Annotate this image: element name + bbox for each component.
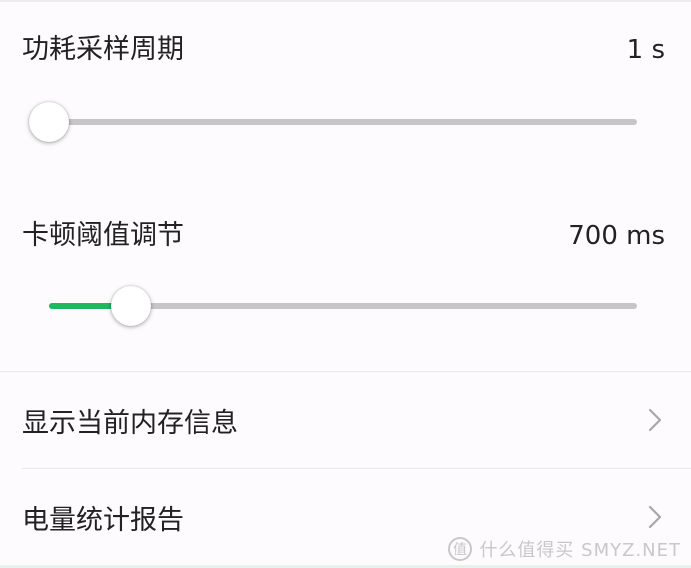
power-sampling-value: 1 s: [626, 34, 665, 65]
slider-thumb[interactable]: [111, 286, 152, 326]
stutter-threshold-slider[interactable]: [49, 284, 637, 328]
stutter-threshold-row: 卡顿阈值调节 700 ms: [22, 222, 665, 249]
svg-text:值: 值: [453, 542, 467, 558]
watermark-text: 什么值得买 SMYZ.NET: [479, 540, 681, 561]
top-divider: [0, 0, 691, 2]
stutter-threshold-value: 700 ms: [568, 220, 665, 251]
watermark: 值 什么值得买 SMYZ.NET: [447, 536, 681, 562]
power-sampling-label: 功耗采样周期: [22, 34, 184, 65]
power-sampling-slider[interactable]: [29, 100, 637, 144]
chevron-right-icon: [648, 505, 662, 529]
chevron-right-icon: [648, 408, 662, 432]
power-sampling-row: 功耗采样周期 1 s: [22, 36, 665, 63]
watermark-logo-icon: 值: [448, 537, 473, 561]
memory-info-label: 显示当前内存信息: [22, 407, 238, 439]
stutter-threshold-label: 卡顿阈值调节: [22, 220, 184, 251]
memory-info-row[interactable]: 显示当前内存信息: [0, 372, 691, 468]
slider-thumb[interactable]: [29, 102, 69, 142]
power-report-label: 电量统计报告: [22, 504, 184, 536]
slider-track: [49, 119, 637, 125]
